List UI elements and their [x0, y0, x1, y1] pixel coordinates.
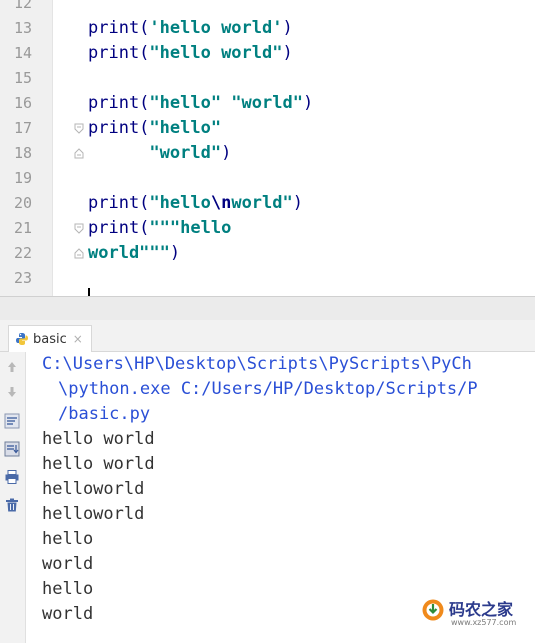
code-text[interactable]: print("hello" [88, 116, 221, 141]
python-icon [15, 332, 29, 346]
fold-start-icon[interactable] [74, 223, 84, 234]
code-token: print( [88, 43, 150, 63]
code-token: ) [282, 18, 293, 38]
code-text[interactable]: "world") [88, 141, 231, 166]
console-output-line: helloworld [42, 504, 145, 524]
scroll-to-end-icon[interactable] [3, 440, 21, 458]
code-text[interactable]: print("hello" "world") [88, 91, 313, 116]
fold-end-icon[interactable] [74, 148, 84, 159]
line-number: 16 [13, 94, 32, 112]
code-line[interactable]: 23 [0, 266, 535, 291]
trash-icon[interactable] [3, 496, 21, 514]
code-text[interactable]: print("""hello [88, 216, 231, 241]
code-text[interactable]: print('hello world') [88, 16, 293, 41]
console-command-line[interactable]: C:\Users\HP\Desktop\Scripts\PyScripts\Py… [42, 352, 478, 377]
line-number: 12 [13, 0, 32, 12]
console-output-line: world [42, 604, 94, 624]
code-lines[interactable]: 12 13 print('hello world') 14 print("hello w… [0, 0, 535, 291]
code-text[interactable]: world""") [88, 241, 180, 266]
fold-end-icon[interactable] [74, 248, 84, 259]
line-number: 20 [13, 194, 32, 212]
code-token: ) [169, 243, 181, 263]
code-line[interactable]: 18 "world") [0, 141, 535, 166]
line-number: 14 [13, 44, 32, 62]
code-line[interactable]: 17 print("hello" [0, 116, 535, 141]
code-line[interactable]: 22 world""") [0, 241, 535, 266]
string-literal: 'hello world' [149, 18, 283, 38]
code-text[interactable]: print("hello\nworld") [88, 191, 303, 216]
run-tab-label: basic [33, 331, 67, 347]
code-token: print( [88, 118, 150, 138]
line-number: 18 [13, 144, 32, 162]
code-line[interactable]: 16 print("hello" "world") [0, 91, 535, 116]
console-output-line: hello world [42, 429, 155, 449]
console-command-line[interactable]: /basic.py [42, 402, 478, 427]
string-literal: "hello" [149, 118, 222, 138]
line-number: 21 [13, 219, 32, 237]
line-number: 13 [13, 19, 32, 37]
code-token: ) [282, 43, 293, 63]
code-token: print( [88, 218, 150, 238]
console-output-line: hello [42, 579, 94, 599]
code-token: print( [88, 93, 150, 113]
print-icon[interactable] [3, 468, 21, 486]
line-number: 19 [13, 169, 32, 187]
string-literal: """hello [149, 218, 232, 238]
string-literal: world""" [88, 243, 170, 263]
console-output-line: helloworld [42, 479, 145, 499]
run-tab-bar: basic × [0, 320, 535, 352]
console-output-line: hello [42, 529, 94, 549]
code-line[interactable]: 14 print("hello world") [0, 41, 535, 66]
code-editor[interactable]: 12 13 print('hello world') 14 print("hello w… [0, 0, 535, 298]
string-literal: "hello world" [149, 43, 283, 63]
code-line[interactable]: 20 print("hello\nworld") [0, 191, 535, 216]
line-number: 17 [13, 119, 32, 137]
code-line[interactable]: 21 print("""hello [0, 216, 535, 241]
fold-start-icon[interactable] [74, 123, 84, 134]
string-literal: world" [231, 193, 293, 213]
escape-sequence: \n [210, 193, 232, 213]
line-number: 22 [13, 244, 32, 262]
code-line[interactable]: 19 [0, 166, 535, 191]
site-watermark: 码农之家 www.xz577.com [421, 596, 535, 636]
line-number: 15 [13, 69, 32, 87]
panel-splitter[interactable] [0, 296, 535, 320]
up-arrow-icon[interactable] [3, 358, 21, 376]
code-line[interactable]: 15 [0, 66, 535, 91]
code-line[interactable]: 13 print('hello world') [0, 16, 535, 41]
console-output-line: hello world [42, 454, 155, 474]
watermark-logo-icon [422, 599, 444, 621]
code-text[interactable]: print("hello world") [88, 41, 293, 66]
watermark-title: 码农之家 [449, 600, 514, 619]
string-literal: "hello [149, 193, 211, 213]
run-side-toolbar [0, 352, 26, 643]
soft-wrap-icon[interactable] [3, 412, 21, 430]
code-line[interactable]: 12 [0, 0, 535, 16]
code-token: print( [88, 18, 150, 38]
code-token: ) [221, 143, 232, 163]
string-literal: "hello" "world" [149, 93, 303, 113]
console-output-line: world [42, 554, 94, 574]
tab-close-icon[interactable]: × [73, 332, 83, 346]
watermark-url: www.xz577.com [451, 618, 517, 627]
string-literal: "world" [149, 143, 222, 163]
console-command-line[interactable]: \python.exe C:/Users/HP/Desktop/Scripts/… [42, 377, 478, 402]
code-token: print( [88, 193, 150, 213]
run-tab-basic[interactable]: basic × [8, 325, 92, 352]
line-number: 23 [13, 269, 32, 287]
code-token: ) [302, 93, 314, 113]
down-arrow-icon[interactable] [3, 383, 21, 401]
code-token: ) [292, 193, 303, 213]
